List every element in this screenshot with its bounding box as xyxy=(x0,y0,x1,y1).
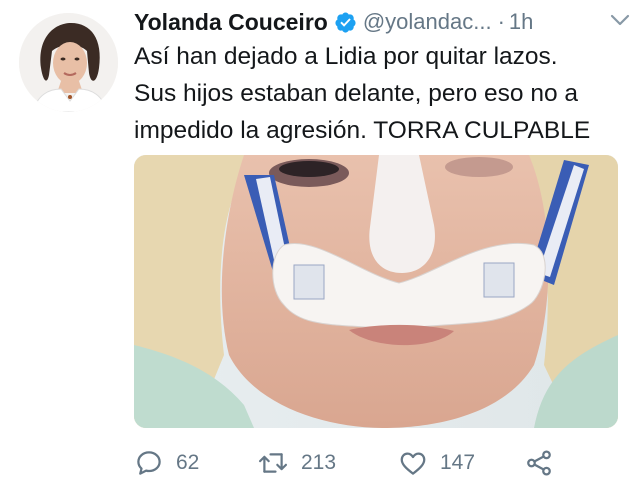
reply-icon xyxy=(137,451,161,475)
share-button[interactable] xyxy=(524,440,554,486)
retweet-count: 213 xyxy=(301,451,337,474)
separator: · xyxy=(497,9,505,34)
retweet-button[interactable]: 213 xyxy=(257,440,336,486)
heart-icon xyxy=(400,452,426,475)
author-handle[interactable]: @yolandac... xyxy=(363,9,492,35)
verified-badge-icon xyxy=(335,11,356,33)
chevron-down-icon[interactable] xyxy=(608,10,632,30)
like-count: 147 xyxy=(440,451,476,474)
share-icon xyxy=(527,450,551,476)
photo-icon xyxy=(134,155,618,428)
retweet-icon xyxy=(258,453,288,473)
reply-count: 62 xyxy=(176,451,200,474)
avatar[interactable] xyxy=(19,13,118,112)
tweet-header: Yolanda Couceiro @yolandac... · 1h xyxy=(134,2,622,42)
tweet-media[interactable] xyxy=(134,155,618,428)
tweet-actions: 62 213 147 xyxy=(134,440,614,486)
reply-button[interactable]: 62 xyxy=(134,440,199,486)
tweet-text: Así han dejado a Lidia por quitar lazos.… xyxy=(134,43,591,144)
like-button[interactable]: 147 xyxy=(398,440,475,486)
avatar-image xyxy=(19,13,118,112)
tweet-time[interactable]: 1h xyxy=(509,9,533,35)
author-name[interactable]: Yolanda Couceiro xyxy=(134,9,328,36)
